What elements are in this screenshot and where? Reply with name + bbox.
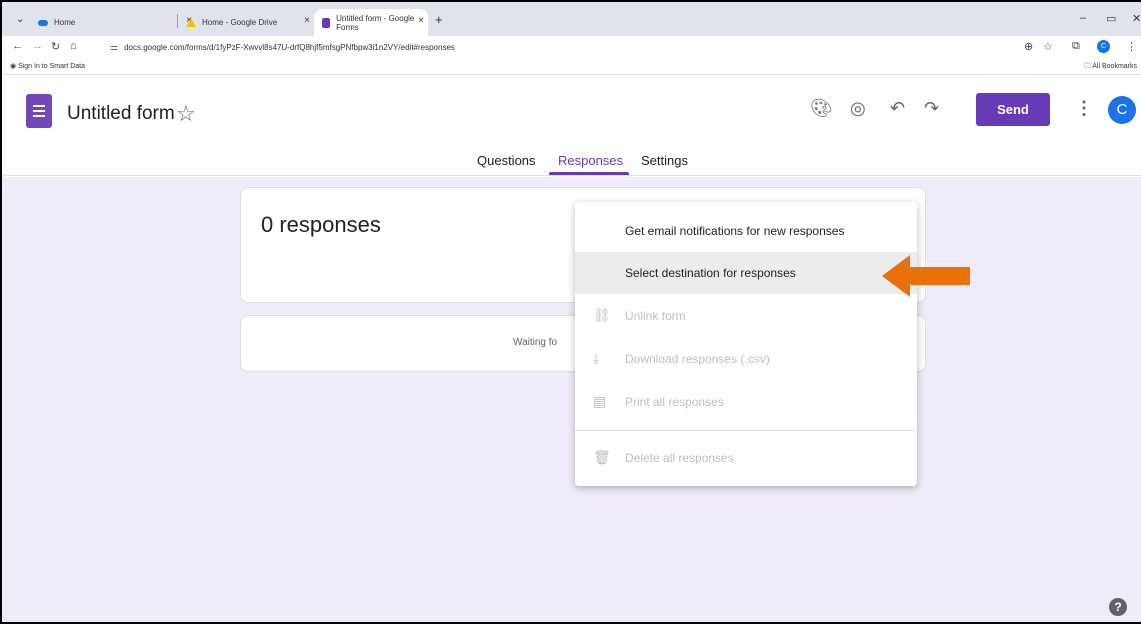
browser-tab-home[interactable]: Home ×: [30, 9, 200, 36]
active-tab-indicator: [549, 172, 629, 175]
menu-item-download-csv[interactable]: ⤓ Download responses (.csv): [575, 338, 917, 380]
tab-search-icon[interactable]: ⌄: [16, 14, 24, 25]
redo-icon[interactable]: ↷: [924, 98, 939, 119]
menu-item-unlink-form[interactable]: ⛓ Unlink form: [575, 295, 917, 337]
home-icon[interactable]: ⌂: [70, 40, 77, 52]
forms-logo-icon[interactable]: [26, 94, 52, 128]
extensions-icon[interactable]: ⧉: [1072, 40, 1080, 53]
help-icon[interactable]: ?: [1109, 598, 1127, 616]
bookmark-item[interactable]: ◉ Sign In to Smart Data: [10, 62, 85, 70]
responses-more-menu: Get email notifications for new response…: [575, 202, 917, 486]
send-button[interactable]: Send: [976, 93, 1050, 126]
close-tab-icon[interactable]: ×: [304, 15, 310, 26]
url-text: docs.google.com/forms/d/1fyPzF-Xwvvl8s47…: [124, 43, 455, 52]
close-window-icon[interactable]: ✕: [1132, 12, 1141, 25]
forward-icon[interactable]: →: [32, 40, 43, 52]
tab-questions[interactable]: Questions: [477, 153, 536, 168]
bookmark-star-icon[interactable]: ☆: [1043, 40, 1053, 53]
screenshot-frame: ⌄ Home × Home - Google Drive × Untitled …: [0, 0, 1141, 624]
preview-eye-icon[interactable]: ◎: [850, 98, 866, 119]
tab-responses[interactable]: Responses: [558, 153, 623, 168]
browser-menu-icon[interactable]: ⋮: [1126, 40, 1137, 53]
address-bar[interactable]: ⚌ docs.google.com/forms/d/1fyPzF-Xwvvl8s…: [110, 39, 1070, 56]
all-bookmarks-item[interactable]: 🗀 All Bookmarks: [1084, 62, 1137, 73]
close-tab-icon[interactable]: ×: [418, 15, 424, 26]
address-bar-row: ← → ↻ ⌂ ⚌ docs.google.com/forms/d/1fyPzF…: [2, 36, 1141, 58]
star-icon[interactable]: ☆: [176, 101, 196, 127]
menu-item-select-destination[interactable]: Select destination for responses: [575, 252, 917, 294]
menu-item-email-notifications[interactable]: Get email notifications for new response…: [575, 210, 917, 252]
unlink-icon: ⛓: [593, 307, 611, 323]
reload-icon[interactable]: ↻: [51, 40, 60, 53]
browser-tab-strip: ⌄ Home × Home - Google Drive × Untitled …: [2, 2, 1141, 36]
tab-settings[interactable]: Settings: [641, 153, 688, 168]
account-avatar[interactable]: C: [1108, 96, 1136, 124]
more-options-icon[interactable]: ⋮: [1075, 98, 1093, 119]
maximize-icon[interactable]: ▭: [1106, 12, 1116, 25]
waiting-text: Waiting fo: [513, 337, 558, 348]
palette-icon[interactable]: 🎨︎: [810, 98, 833, 119]
print-icon: ▤: [593, 393, 607, 409]
menu-divider: [575, 430, 917, 431]
site-info-icon[interactable]: ⚌: [110, 42, 118, 53]
forms-favicon-icon: [322, 17, 331, 28]
menu-item-print-responses[interactable]: ▤ Print all responses: [575, 381, 917, 423]
profile-avatar-mini[interactable]: C: [1097, 40, 1110, 53]
undo-icon[interactable]: ↶: [890, 98, 905, 119]
new-tab-button[interactable]: +: [435, 12, 443, 27]
tab-title: Home - Google Drive: [202, 18, 278, 27]
drive-favicon-icon: [186, 18, 196, 27]
tab-title: Home: [54, 18, 76, 27]
trash-icon: 🗑︎: [593, 449, 611, 465]
minimize-icon[interactable]: –: [1080, 12, 1086, 24]
zoom-icon[interactable]: ⊕: [1024, 40, 1033, 53]
menu-item-delete-responses[interactable]: 🗑︎ Delete all responses: [575, 437, 917, 479]
form-title[interactable]: Untitled form: [67, 103, 175, 125]
responses-content: 0 responses Waiting fo: [2, 177, 1141, 622]
back-icon[interactable]: ←: [12, 40, 23, 52]
browser-tab-forms[interactable]: Untitled form - Google Forms ×: [314, 9, 428, 36]
annotation-arrow-icon: [882, 255, 970, 297]
responses-count: 0 responses: [261, 212, 381, 237]
home-favicon-icon: [38, 19, 48, 26]
forms-header: Untitled form ☆ 🎨︎ ◎ ↶ ↷ Send ⋮ C Questi…: [2, 76, 1141, 176]
browser-tab-drive[interactable]: Home - Google Drive ×: [178, 9, 318, 36]
download-icon: ⤓: [593, 350, 600, 366]
bookmarks-bar: ◉ Sign In to Smart Data 🗀 All Bookmarks: [2, 58, 1141, 75]
tab-title: Untitled form - Google Forms: [336, 13, 415, 32]
